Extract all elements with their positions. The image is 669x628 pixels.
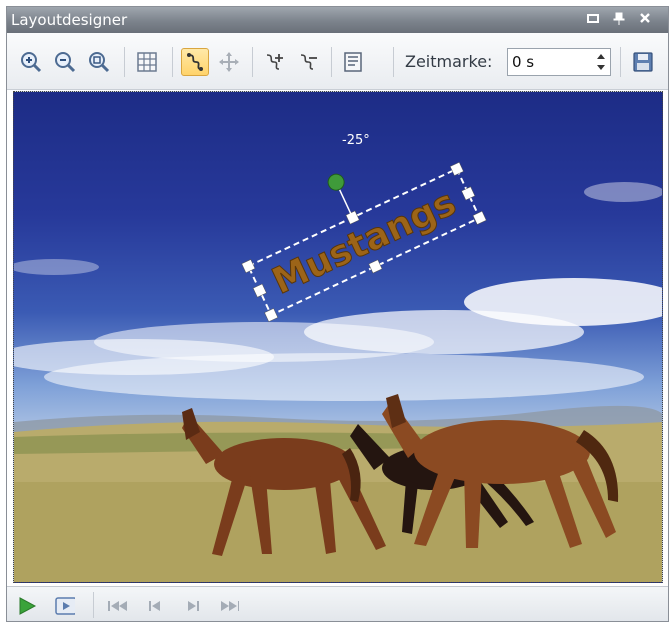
toolbar: Zeitmarke: 0 s [7,33,668,90]
layout-designer-panel: Layoutdesigner Zeitmarke: 0 s Mustangs -… [6,6,669,622]
rotation-stem [337,185,354,218]
resize-handle[interactable] [472,210,487,225]
preview-icon[interactable] [55,596,75,616]
play-icon[interactable] [17,596,37,616]
toolbar-separator [331,47,332,77]
toolbar-separator [393,47,394,77]
zoom-out-icon[interactable] [51,48,79,76]
zeitmarke-input[interactable]: 0 s [507,48,611,76]
previous-frame-icon[interactable] [145,596,165,616]
zeitmarke-spinner[interactable] [595,51,607,73]
resize-handle[interactable] [461,186,476,201]
motion-path-icon[interactable] [181,48,209,76]
toolbar-separator [172,47,173,77]
text-object[interactable]: Mustangs [224,124,487,323]
minimize-icon[interactable] [585,12,601,28]
toolbar-separator [620,47,621,77]
title-bar: Layoutdesigner [7,7,668,33]
grid-icon[interactable] [133,48,161,76]
zoom-fit-icon[interactable] [85,48,113,76]
rotation-angle-label: -25° [342,133,370,148]
add-point-icon[interactable] [261,48,289,76]
move-arrows-icon[interactable] [215,48,243,76]
next-frame-icon[interactable] [183,596,203,616]
resize-handle[interactable] [264,308,279,323]
resize-handle[interactable] [241,259,256,274]
pin-icon[interactable] [611,12,627,28]
resize-handle[interactable] [252,283,267,298]
cloud-layer [14,182,662,401]
zeitmarke-value: 0 s [512,53,535,71]
toolbar-separator [124,47,125,77]
resize-handle[interactable] [449,161,464,176]
text-object-content: Mustangs [266,182,462,303]
playback-bar [7,586,668,621]
toolbar-separator [252,47,253,77]
zeitmarke-label: Zeitmarke: [405,52,493,71]
zoom-in-icon[interactable] [17,48,45,76]
save-icon[interactable] [629,48,657,76]
close-icon[interactable] [637,12,653,28]
playback-separator [93,592,94,618]
first-frame-icon[interactable] [107,596,127,616]
remove-point-icon[interactable] [295,48,323,76]
window-title: Layoutdesigner [11,11,128,29]
rotation-handle[interactable] [325,172,346,193]
layout-canvas[interactable]: Mustangs -25° [13,91,663,583]
properties-icon[interactable] [339,48,367,76]
last-frame-icon[interactable] [219,596,239,616]
